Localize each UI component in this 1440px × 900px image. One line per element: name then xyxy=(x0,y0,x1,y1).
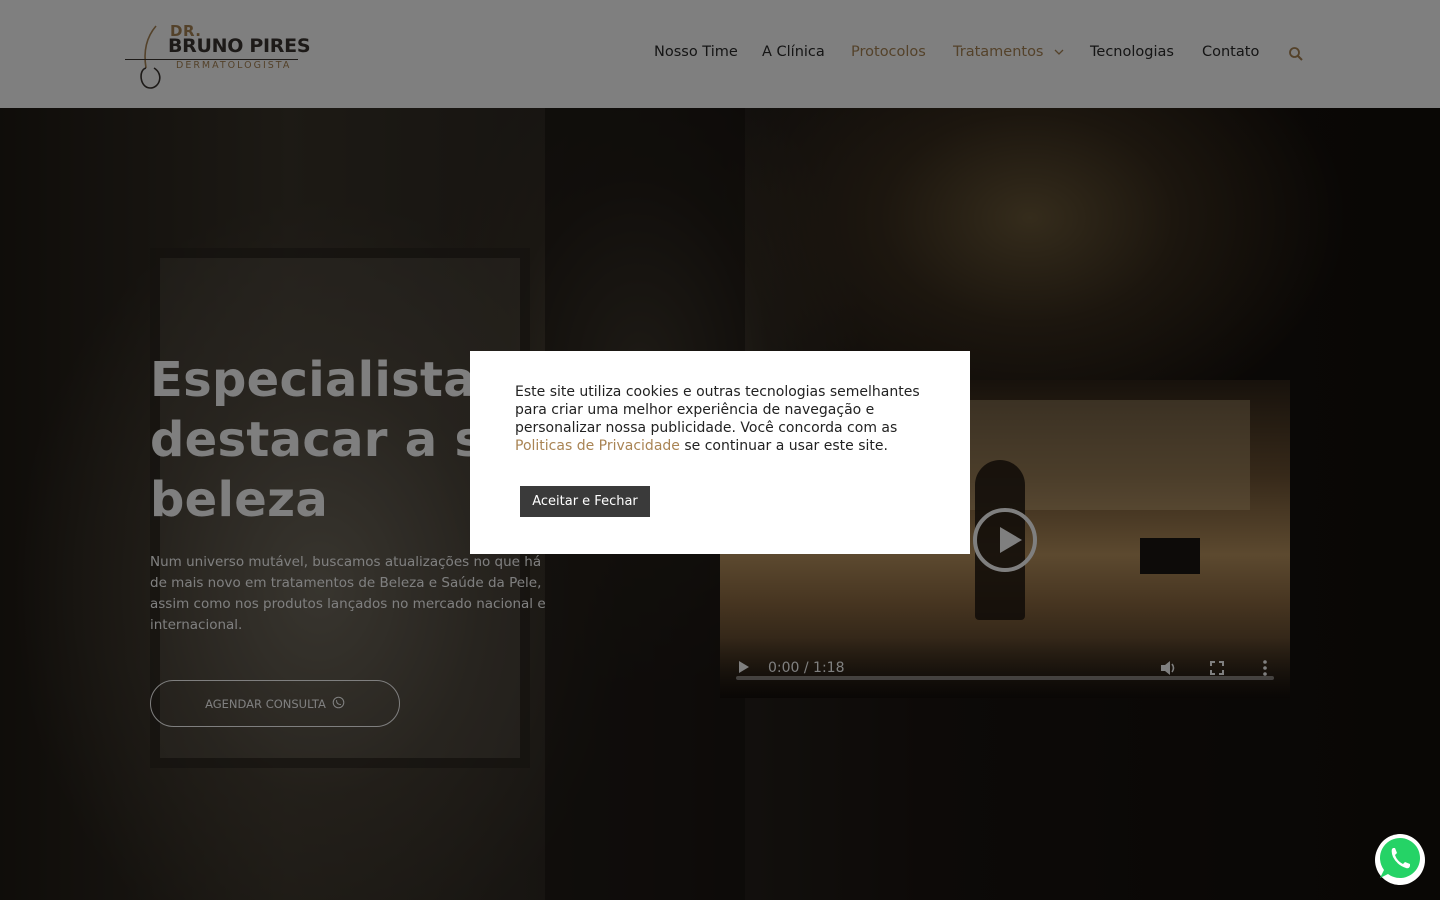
accept-and-close-button[interactable]: Aceitar e Fechar xyxy=(520,486,650,517)
privacy-policy-link[interactable]: Politicas de Privacidade xyxy=(515,438,680,454)
cookie-text-after: se continuar a usar este site. xyxy=(679,438,888,454)
cookie-consent-modal: Este site utiliza cookies e outras tecno… xyxy=(470,351,970,554)
whatsapp-float-button[interactable] xyxy=(1375,833,1425,887)
whatsapp-icon xyxy=(1375,833,1425,887)
cookie-text-before: Este site utiliza cookies e outras tecno… xyxy=(515,384,920,436)
cookie-consent-text: Este site utiliza cookies e outras tecno… xyxy=(515,383,935,455)
